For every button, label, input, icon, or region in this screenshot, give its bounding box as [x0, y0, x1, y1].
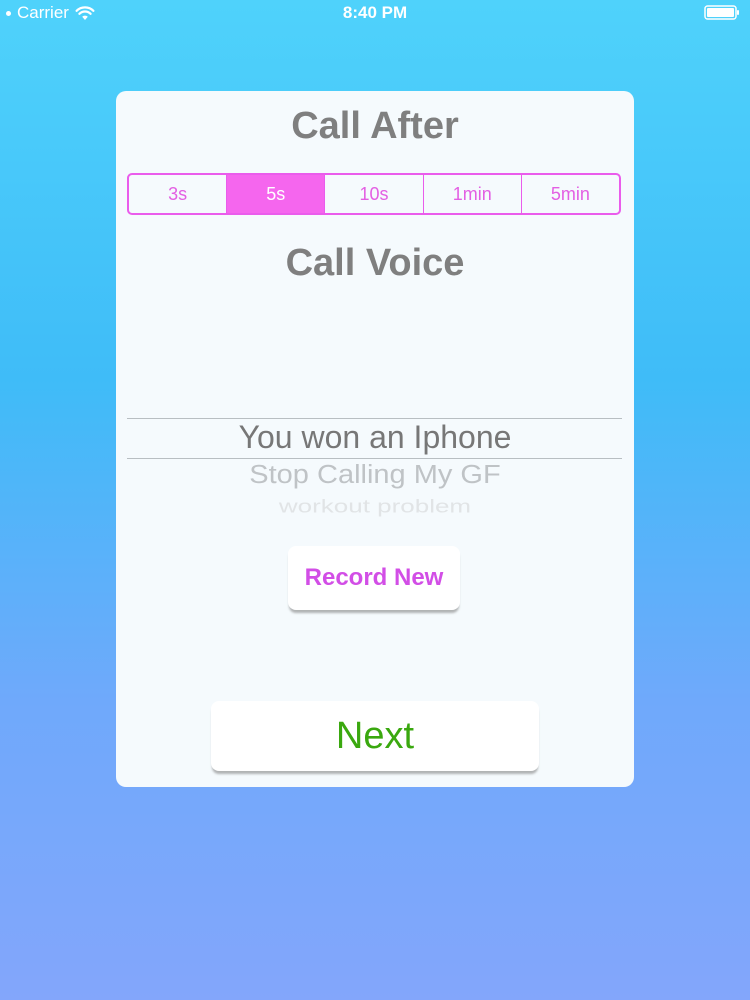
picker-item-selected[interactable]: You won an Iphone	[116, 419, 634, 456]
segment-1min[interactable]: 1min	[424, 175, 522, 213]
record-new-button[interactable]: Record New	[288, 546, 460, 610]
picker-item[interactable]: workout problem	[116, 496, 634, 518]
call-voice-picker[interactable]: You won an Iphone Stop Calling My GF wor…	[116, 371, 634, 521]
call-after-title: Call After	[291, 105, 459, 147]
call-voice-title: Call Voice	[285, 242, 465, 284]
battery-icon	[704, 5, 739, 20]
segment-5min[interactable]: 5min	[522, 175, 619, 213]
segment-10s[interactable]: 10s	[325, 175, 424, 213]
status-time: 8:40 PM	[342, 3, 408, 22]
picker-item[interactable]: Stop Calling My GF	[116, 461, 634, 490]
call-after-segmented-control: 3s 5s 10s 1min 5min	[127, 173, 621, 215]
settings-card: Call After 3s 5s 10s 1min 5min Call Voic…	[116, 91, 634, 787]
segment-3s[interactable]: 3s	[129, 175, 228, 213]
segment-5s[interactable]: 5s	[227, 175, 326, 213]
status-bar: Carrier 8:40 PM	[0, 0, 750, 26]
next-button[interactable]: Next	[211, 701, 539, 771]
picker-selection-line-bottom	[127, 458, 622, 459]
